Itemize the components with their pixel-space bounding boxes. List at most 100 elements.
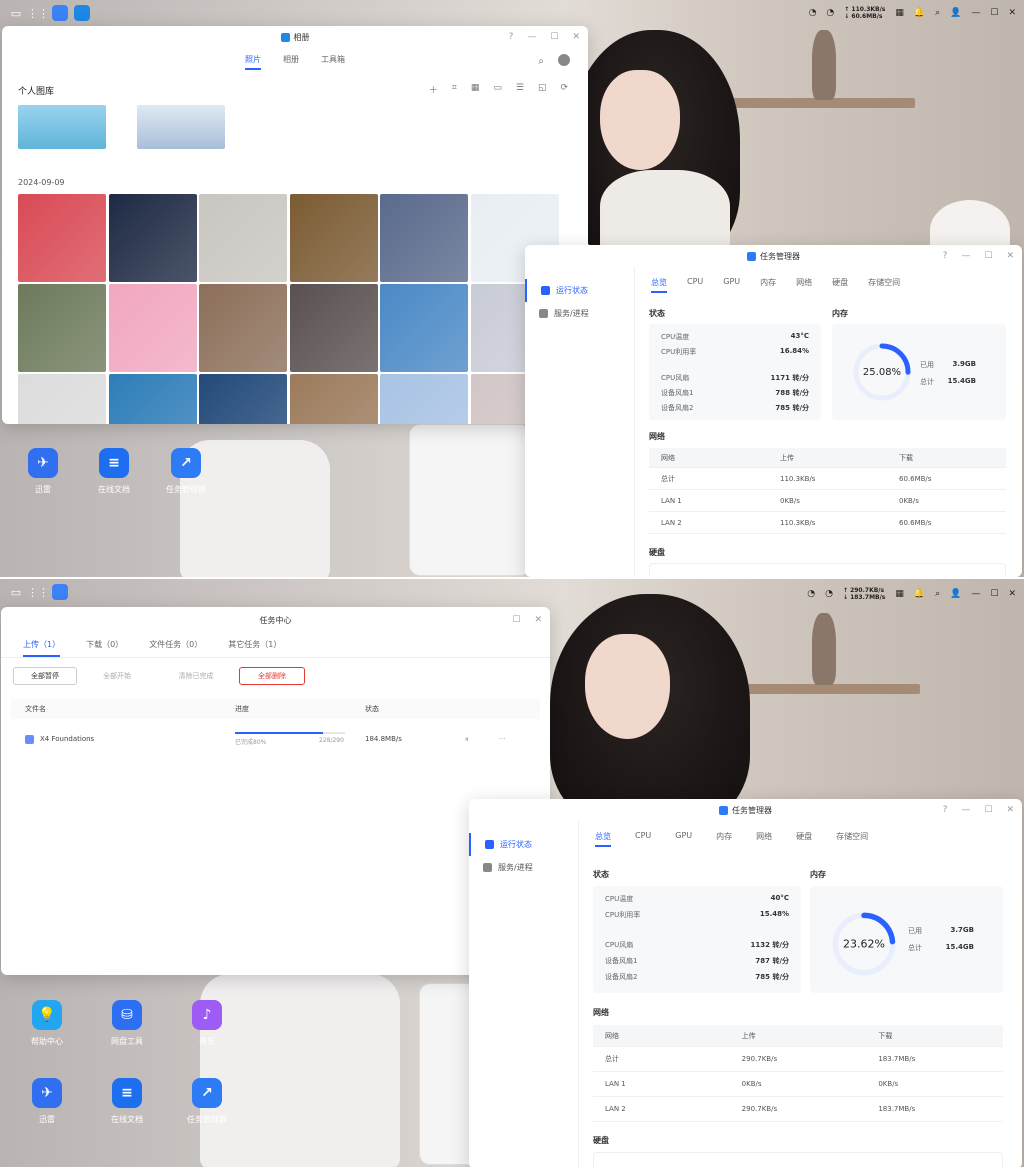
photo-thumb[interactable] bbox=[289, 284, 378, 372]
minimize-icon[interactable]: — bbox=[527, 32, 536, 42]
tab-cpu[interactable]: CPU bbox=[635, 831, 651, 847]
tab-gpu[interactable]: GPU bbox=[723, 277, 740, 293]
select-icon[interactable]: ◱ bbox=[538, 83, 547, 96]
search-icon[interactable]: ⌕ bbox=[538, 56, 544, 67]
tab-overview[interactable]: 总览 bbox=[595, 831, 611, 847]
desktop-icon-taskmgr[interactable]: ↗ 任务管理器 bbox=[172, 1078, 242, 1125]
photo-thumb[interactable] bbox=[289, 374, 378, 424]
clear-completed-button[interactable]: 清除已完成 bbox=[161, 667, 231, 685]
photo-thumb[interactable] bbox=[108, 284, 197, 372]
tab-albums[interactable]: 相册 bbox=[283, 54, 299, 70]
library-thumb[interactable] bbox=[137, 105, 225, 149]
tab-memory[interactable]: 内存 bbox=[760, 277, 776, 293]
pause-icon[interactable]: ⏸ bbox=[465, 735, 499, 744]
desktop-icon-taskmgr[interactable]: ↗ 任务管理器 bbox=[151, 448, 221, 495]
ram-monitor-icon[interactable]: ◔ bbox=[825, 589, 833, 599]
desktop-icon-netdisk[interactable]: ⛁ 网盘工具 bbox=[92, 1000, 162, 1047]
table-row[interactable]: X4 Foundations 已完成80% 228/290 184.8MB/s … bbox=[11, 725, 540, 753]
tab-photos[interactable]: 照片 bbox=[245, 54, 261, 70]
pause-all-button[interactable]: 全部暂停 bbox=[13, 667, 77, 685]
tab-network[interactable]: 网络 bbox=[756, 831, 772, 847]
desktop-icon[interactable]: ▭ bbox=[8, 584, 24, 600]
list-icon[interactable]: ☰ bbox=[516, 83, 524, 96]
photo-thumb[interactable] bbox=[380, 284, 468, 372]
maximize-icon[interactable]: ☐ bbox=[990, 589, 998, 599]
add-icon[interactable]: ＋ bbox=[429, 83, 438, 96]
photo-thumb[interactable] bbox=[199, 194, 287, 282]
tab-gpu[interactable]: GPU bbox=[675, 831, 692, 847]
more-icon[interactable]: ··· bbox=[499, 735, 506, 743]
taskbar-app-taskmgr[interactable] bbox=[52, 584, 68, 600]
close-icon[interactable]: ✕ bbox=[1006, 805, 1014, 815]
user-icon[interactable]: 👤 bbox=[950, 8, 961, 18]
photo-thumb[interactable] bbox=[18, 284, 106, 372]
desktop-icon-help[interactable]: 💡 帮助中心 bbox=[12, 1000, 82, 1047]
grid-icon[interactable]: ▦ bbox=[471, 83, 480, 96]
user-icon[interactable]: 👤 bbox=[950, 589, 961, 599]
tab-storage[interactable]: 存储空间 bbox=[868, 277, 900, 293]
tab-network[interactable]: 网络 bbox=[796, 277, 812, 293]
photo-thumb[interactable] bbox=[108, 374, 197, 424]
minimize-icon[interactable]: — bbox=[961, 805, 970, 815]
tab-disk[interactable]: 硬盘 bbox=[796, 831, 812, 847]
photo-thumb[interactable] bbox=[108, 194, 197, 282]
bell-icon[interactable]: 🔔 bbox=[914, 589, 925, 599]
refresh-icon[interactable]: ⟳ bbox=[560, 83, 568, 96]
help-icon[interactable]: ? bbox=[943, 805, 948, 815]
folder-icon[interactable]: ▭ bbox=[493, 83, 502, 96]
tab-download[interactable]: 下载（0） bbox=[86, 639, 123, 657]
delete-all-button[interactable]: 全部删除 bbox=[239, 667, 305, 685]
desktop-icon-docs[interactable]: ≡ 在线文档 bbox=[92, 1078, 162, 1125]
photo-thumb[interactable] bbox=[18, 194, 106, 282]
help-icon[interactable]: ? bbox=[943, 251, 948, 261]
desktop-icon-xunlei[interactable]: ✈ 迅雷 bbox=[12, 1078, 82, 1125]
minimize-icon[interactable]: — bbox=[971, 589, 980, 599]
ram-monitor-icon[interactable]: ◔ bbox=[826, 8, 834, 18]
avatar[interactable] bbox=[558, 54, 570, 66]
photo-thumb[interactable] bbox=[380, 194, 468, 282]
tab-disk[interactable]: 硬盘 bbox=[832, 277, 848, 293]
taskbar-app-photos[interactable] bbox=[74, 5, 90, 21]
photo-thumb[interactable] bbox=[199, 284, 287, 372]
windows-icon[interactable]: ▦ bbox=[895, 8, 904, 18]
maximize-icon[interactable]: ☐ bbox=[984, 805, 992, 815]
desktop-icon-music[interactable]: ♪ 音乐 bbox=[172, 1000, 242, 1047]
sidebar-item-status[interactable]: 运行状态 bbox=[469, 833, 578, 856]
help-icon[interactable]: ? bbox=[509, 32, 514, 42]
search-icon[interactable]: ⌕ bbox=[935, 8, 940, 18]
bell-icon[interactable]: 🔔 bbox=[914, 8, 925, 18]
tab-storage[interactable]: 存储空间 bbox=[836, 831, 868, 847]
photo-thumb[interactable] bbox=[199, 374, 287, 424]
sidebar-item-services[interactable]: 服务/进程 bbox=[525, 302, 634, 325]
tab-upload[interactable]: 上传（1） bbox=[23, 639, 61, 657]
tab-memory[interactable]: 内存 bbox=[716, 831, 732, 847]
desktop-icon-xunlei[interactable]: ✈ 迅雷 bbox=[8, 448, 78, 495]
windows-icon[interactable]: ▦ bbox=[895, 589, 904, 599]
sidebar-item-status[interactable]: 运行状态 bbox=[525, 279, 634, 302]
apps-grid-icon[interactable]: ⋮⋮ bbox=[27, 5, 49, 21]
maximize-icon[interactable]: ☐ bbox=[990, 8, 998, 18]
close-icon[interactable]: ✕ bbox=[1008, 8, 1016, 18]
close-icon[interactable]: ✕ bbox=[572, 32, 580, 42]
scan-icon[interactable]: ⌗ bbox=[452, 83, 457, 96]
tab-toolbox[interactable]: 工具箱 bbox=[321, 54, 345, 70]
photo-thumb[interactable] bbox=[289, 194, 378, 282]
taskbar-app-taskmgr[interactable] bbox=[52, 5, 68, 21]
close-icon[interactable]: ✕ bbox=[1008, 589, 1016, 599]
cpu-monitor-icon[interactable]: ◔ bbox=[809, 8, 817, 18]
close-icon[interactable]: ✕ bbox=[1006, 251, 1014, 261]
tab-overview[interactable]: 总览 bbox=[651, 277, 667, 293]
close-icon[interactable]: ✕ bbox=[534, 615, 542, 625]
tab-file-tasks[interactable]: 文件任务（0） bbox=[149, 639, 202, 657]
start-all-button[interactable]: 全部开始 bbox=[85, 667, 149, 685]
tab-cpu[interactable]: CPU bbox=[687, 277, 703, 293]
maximize-icon[interactable]: ☐ bbox=[984, 251, 992, 261]
tab-other-tasks[interactable]: 其它任务（1） bbox=[228, 639, 281, 657]
desktop-icon-docs[interactable]: ≡ 在线文档 bbox=[79, 448, 149, 495]
photo-thumb[interactable] bbox=[380, 374, 468, 424]
desktop-icon[interactable]: ▭ bbox=[8, 5, 24, 21]
minimize-icon[interactable]: — bbox=[971, 8, 980, 18]
search-icon[interactable]: ⌕ bbox=[935, 589, 940, 599]
minimize-icon[interactable]: — bbox=[961, 251, 970, 261]
maximize-icon[interactable]: ☐ bbox=[512, 615, 520, 625]
